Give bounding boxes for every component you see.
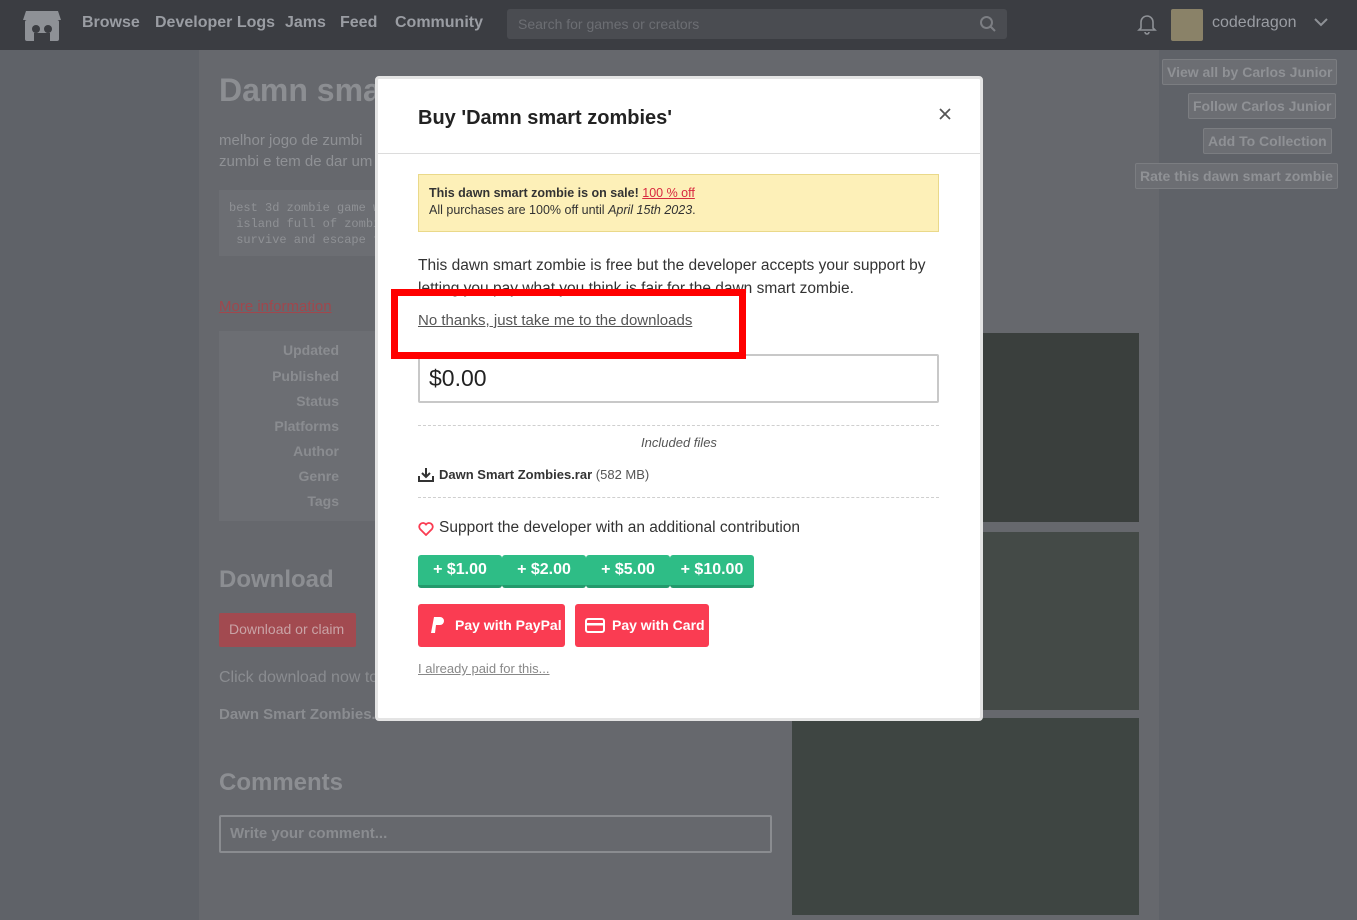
- buy-modal: Buy 'Damn smart zombies' This dawn smart…: [375, 76, 983, 721]
- file-entry: Dawn Smart Zombies.rar (582 MB): [439, 467, 649, 482]
- add-10-button[interactable]: + $10.00: [670, 555, 754, 588]
- follow-button[interactable]: Follow Carlos Junior: [1188, 93, 1337, 119]
- add-collection-label: Add To Collection: [1208, 133, 1327, 149]
- info-label-tags: Tags: [307, 493, 339, 509]
- sale-headline: This dawn smart zombie is on sale!: [429, 186, 639, 200]
- view-all-label: View all by Carlos Junior: [1167, 64, 1333, 80]
- search-input[interactable]: [507, 9, 967, 39]
- support-text: Support the developer with an additional…: [439, 519, 801, 536]
- included-files-label: Included files: [641, 435, 717, 450]
- nav-feed[interactable]: Feed: [340, 14, 377, 32]
- info-label-published: Published: [272, 368, 339, 384]
- nav-browse[interactable]: Browse: [82, 14, 140, 32]
- avatar[interactable]: [1171, 9, 1203, 41]
- username[interactable]: codedragon: [1212, 14, 1297, 32]
- comments-heading: Comments: [219, 769, 344, 796]
- modal-title: Buy 'Damn smart zombies': [418, 107, 673, 129]
- sale-percent-link[interactable]: 100 % off: [642, 186, 695, 200]
- already-paid-link[interactable]: I already paid for this...: [418, 661, 550, 676]
- follow-label: Follow Carlos Junior: [1193, 98, 1332, 114]
- chevron-down-icon[interactable]: [1313, 16, 1329, 28]
- sale-until-suffix: .: [692, 203, 696, 217]
- top-nav: Browse Developer Logs Jams Feed Communit…: [0, 0, 1357, 50]
- price-input[interactable]: [418, 354, 939, 403]
- comment-input[interactable]: Write your comment...: [219, 815, 772, 853]
- pay-card-button[interactable]: Pay with Card: [575, 604, 709, 647]
- divider-dashed: [418, 497, 939, 498]
- search-bar: [507, 9, 1007, 39]
- bell-icon[interactable]: [1137, 13, 1157, 35]
- nav-developer-logs[interactable]: Developer Logs: [155, 14, 275, 32]
- add-2-button[interactable]: + $2.00: [502, 555, 586, 588]
- pay-card-label: Pay with Card: [612, 617, 705, 633]
- nav-community[interactable]: Community: [395, 14, 483, 32]
- nav-jams[interactable]: Jams: [285, 14, 326, 32]
- info-label-platforms: Platforms: [274, 418, 339, 434]
- game-title: Damn smar: [219, 72, 394, 108]
- rate-button[interactable]: Rate this dawn smart zombie: [1135, 163, 1338, 189]
- screenshot-3[interactable]: [792, 718, 1139, 915]
- add-to-collection-button[interactable]: Add To Collection: [1203, 128, 1332, 154]
- modal-divider: [378, 153, 980, 154]
- file-size: (582 MB): [595, 467, 650, 482]
- info-label-status: Status: [296, 393, 339, 409]
- info-label-genre: Genre: [298, 468, 339, 484]
- add-1-button[interactable]: + $1.00: [418, 555, 502, 588]
- rate-label: Rate this dawn smart zombie: [1140, 168, 1333, 184]
- sale-until-prefix: All purchases are 100% off until: [429, 203, 605, 217]
- info-label-updated: Updated: [283, 342, 339, 358]
- add-5-button[interactable]: + $5.00: [586, 555, 670, 588]
- search-icon[interactable]: [979, 15, 997, 33]
- info-label-author: Author: [293, 443, 339, 459]
- itch-logo-icon[interactable]: [22, 7, 62, 43]
- info-table: Updated Published Status Platforms Autho…: [219, 331, 389, 521]
- divider-dashed: [418, 425, 939, 426]
- heart-icon: [418, 522, 434, 536]
- close-icon[interactable]: [936, 105, 954, 123]
- click-download-text: Click download now to: [219, 669, 379, 686]
- pay-paypal-button[interactable]: Pay with PayPal: [418, 604, 565, 647]
- sale-notice: This dawn smart zombie is on sale! 100 %…: [418, 174, 939, 232]
- paypal-icon: [431, 617, 444, 633]
- download-claim-button[interactable]: Download or claim: [219, 613, 356, 647]
- file-name: Dawn Smart Zombies.rar: [439, 467, 593, 482]
- view-all-button[interactable]: View all by Carlos Junior: [1162, 59, 1338, 85]
- game-code-block: best 3d zombie game w island full of zom…: [219, 190, 389, 256]
- highlight-box: [391, 289, 746, 359]
- pay-paypal-label: Pay with PayPal: [455, 617, 562, 633]
- credit-card-icon: [585, 618, 605, 633]
- more-information-link[interactable]: More information: [219, 298, 332, 315]
- download-icon: [418, 468, 434, 482]
- download-heading: Download: [219, 566, 334, 593]
- game-description: melhor jogo de zumbi zumbi e tem de dar …: [219, 132, 373, 170]
- download-file-name: Dawn Smart Zombies.: [219, 706, 376, 723]
- sale-until-date: April 15th 2023: [608, 203, 693, 217]
